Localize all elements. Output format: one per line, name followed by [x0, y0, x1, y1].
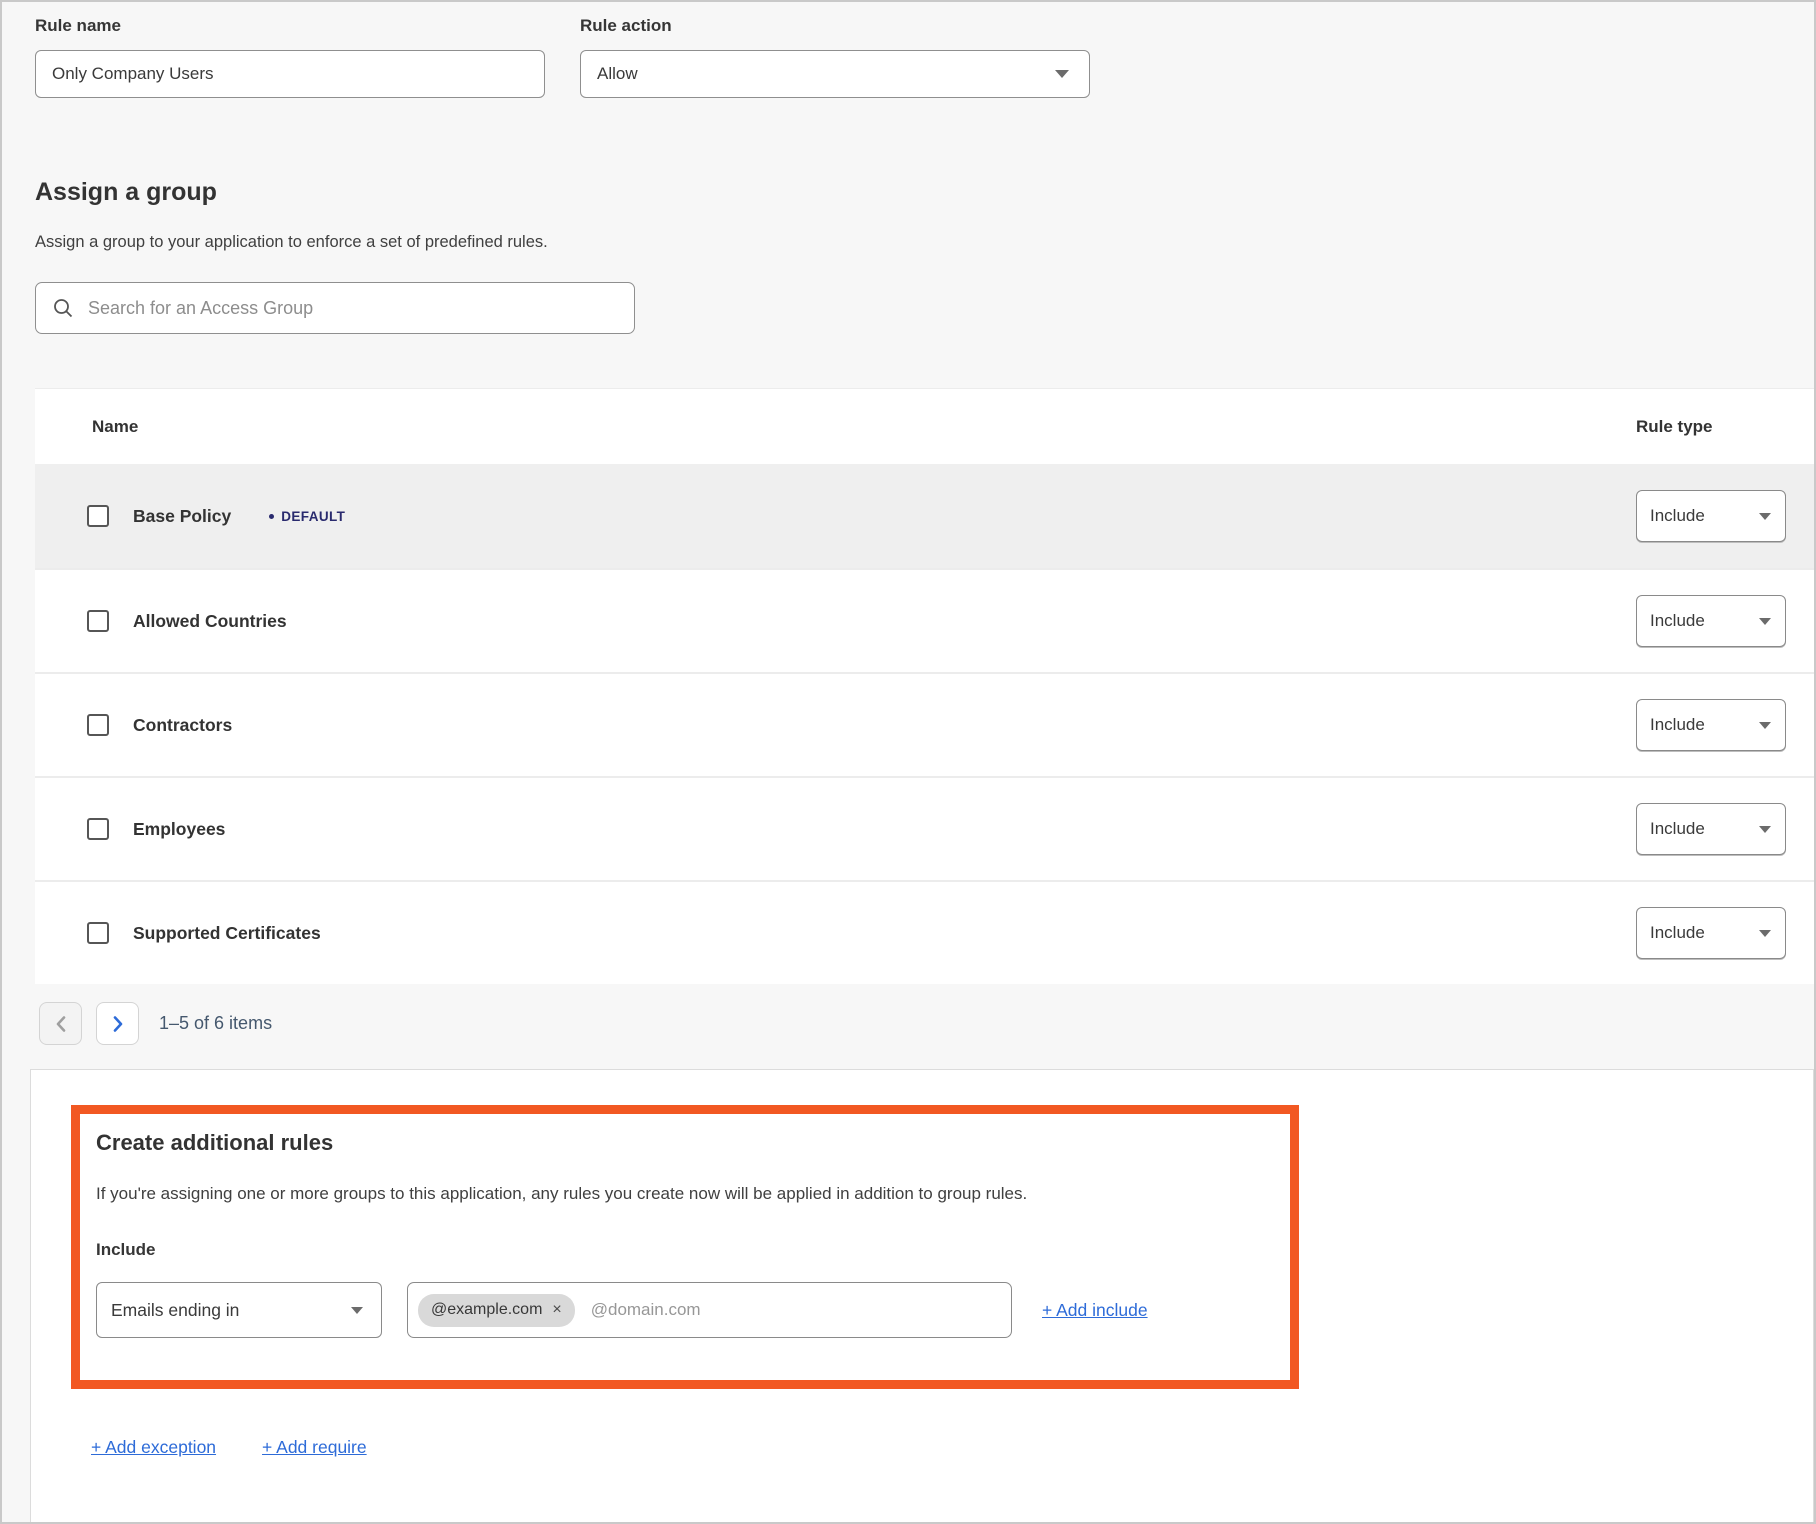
- row-rule-type-area: Include: [1636, 907, 1814, 959]
- additional-rules-description: If you're assigning one or more groups t…: [96, 1184, 1260, 1204]
- row-checkbox[interactable]: [87, 922, 109, 944]
- group-name: Supported Certificates: [133, 923, 321, 944]
- additional-rules-heading: Create additional rules: [96, 1130, 1260, 1156]
- chevron-down-icon: [1759, 826, 1771, 833]
- access-groups-table: Name Rule type Base Policy DEFAULT Inclu…: [35, 388, 1814, 984]
- rule-type-column-header: Rule type: [1636, 417, 1814, 437]
- search-input[interactable]: [88, 298, 618, 319]
- chevron-left-icon: [55, 1015, 67, 1033]
- row-label-area: Contractors: [35, 714, 1636, 736]
- row-label-area: Supported Certificates: [35, 922, 1636, 944]
- table-header: Name Rule type: [35, 389, 1814, 464]
- chevron-down-icon: [1759, 618, 1771, 625]
- group-name: Contractors: [133, 715, 232, 736]
- previous-page-button[interactable]: [39, 1002, 82, 1045]
- table-row: Contractors Include: [35, 672, 1814, 776]
- name-column-header: Name: [35, 417, 1636, 437]
- search-icon: [52, 297, 74, 319]
- access-group-search[interactable]: [35, 282, 635, 334]
- table-row: Allowed Countries Include: [35, 568, 1814, 672]
- row-label-area: Employees: [35, 818, 1636, 840]
- row-label-area: Base Policy DEFAULT: [35, 505, 1636, 527]
- row-rule-type-area: Include: [1636, 595, 1814, 647]
- row-rule-type-area: Include: [1636, 803, 1814, 855]
- include-label: Include: [96, 1240, 1260, 1260]
- additional-rules-card: Create additional rules If you're assign…: [30, 1069, 1814, 1524]
- row-rule-type-area: Include: [1636, 490, 1814, 542]
- row-checkbox[interactable]: [87, 505, 109, 527]
- pagination-status: 1–5 of 6 items: [159, 1013, 272, 1034]
- default-badge: DEFAULT: [269, 509, 345, 524]
- rule-type-select[interactable]: Include: [1636, 699, 1786, 751]
- group-name: Allowed Countries: [133, 611, 287, 632]
- row-rule-type-area: Include: [1636, 699, 1814, 751]
- table-row: Employees Include: [35, 776, 1814, 880]
- assign-group-heading: Assign a group: [35, 178, 1814, 207]
- row-label-area: Allowed Countries: [35, 610, 1636, 632]
- table-row: Base Policy DEFAULT Include: [35, 464, 1814, 568]
- add-exception-link[interactable]: + Add exception: [91, 1437, 216, 1458]
- add-require-link[interactable]: + Add require: [262, 1437, 367, 1458]
- rule-type-value: Include: [1650, 611, 1705, 631]
- add-include-link[interactable]: + Add include: [1042, 1300, 1148, 1321]
- chevron-down-icon: [1759, 930, 1771, 937]
- chevron-down-icon: [1759, 722, 1771, 729]
- rule-form: Rule name Rule action Allow: [35, 16, 1814, 98]
- rule-type-value: Include: [1650, 819, 1705, 839]
- group-name: Employees: [133, 819, 225, 840]
- rule-type-value: Include: [1650, 715, 1705, 735]
- chevron-down-icon: [351, 1307, 363, 1314]
- tag-label: @example.com: [431, 1301, 542, 1319]
- rule-name-field-group: Rule name: [35, 16, 545, 98]
- rule-action-value: Allow: [597, 64, 638, 84]
- pagination: 1–5 of 6 items: [39, 1002, 1814, 1045]
- rule-action-label: Rule action: [580, 16, 1090, 36]
- next-page-button[interactable]: [96, 1002, 139, 1045]
- rule-name-label: Rule name: [35, 16, 545, 36]
- assign-group-description: Assign a group to your application to en…: [35, 233, 1814, 252]
- rule-type-select[interactable]: Include: [1636, 490, 1786, 542]
- rule-selector-select[interactable]: Emails ending in: [96, 1282, 382, 1338]
- rule-type-select[interactable]: Include: [1636, 595, 1786, 647]
- highlight-outline: Create additional rules If you're assign…: [71, 1105, 1299, 1389]
- email-domain-tag: @example.com ×: [418, 1294, 575, 1327]
- rule-action-select[interactable]: Allow: [580, 50, 1090, 98]
- chevron-right-icon: [112, 1015, 124, 1033]
- access-rule-page: Rule name Rule action Allow Assign a gro…: [0, 0, 1816, 1524]
- rule-type-value: Include: [1650, 923, 1705, 943]
- include-rule-controls: Emails ending in @example.com × + Add in…: [96, 1282, 1260, 1338]
- rule-selector-value: Emails ending in: [111, 1300, 239, 1321]
- remove-tag-icon[interactable]: ×: [552, 1302, 561, 1318]
- table-row: Supported Certificates Include: [35, 880, 1814, 984]
- row-checkbox[interactable]: [87, 714, 109, 736]
- rule-type-select[interactable]: Include: [1636, 803, 1786, 855]
- rule-action-field-group: Rule action Allow: [580, 16, 1090, 98]
- email-domain-field[interactable]: @example.com ×: [407, 1282, 1012, 1338]
- chevron-down-icon: [1759, 513, 1771, 520]
- rule-name-input[interactable]: [35, 50, 545, 98]
- group-name: Base Policy: [133, 506, 231, 527]
- badge-dot-icon: [269, 514, 274, 519]
- rule-type-select[interactable]: Include: [1636, 907, 1786, 959]
- row-checkbox[interactable]: [87, 610, 109, 632]
- rule-action-links: + Add exception + Add require: [91, 1437, 1813, 1458]
- chevron-down-icon: [1055, 70, 1069, 78]
- row-checkbox[interactable]: [87, 818, 109, 840]
- email-domain-input[interactable]: [591, 1300, 1001, 1320]
- badge-label: DEFAULT: [281, 509, 345, 524]
- rule-type-value: Include: [1650, 506, 1705, 526]
